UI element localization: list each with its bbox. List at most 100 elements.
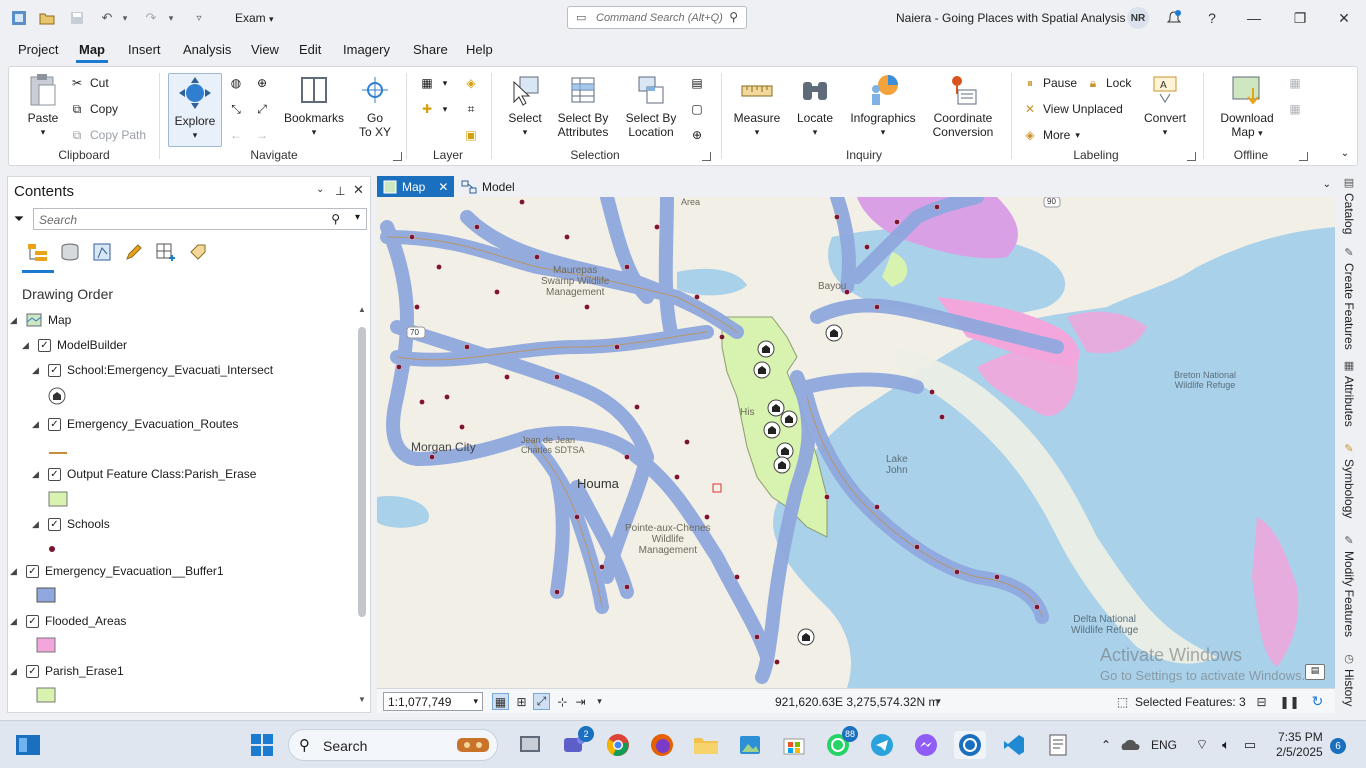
offline-launcher-icon[interactable] <box>1299 152 1308 161</box>
tab-map-view[interactable]: Map ✕ <box>377 176 455 197</box>
contents-scrollbar[interactable]: ▲ ▼ <box>358 305 366 704</box>
customize-toolbar-icon[interactable]: ▿ <box>190 9 208 27</box>
notification-count-badge[interactable]: 6 <box>1330 738 1346 754</box>
file-explorer-icon[interactable] <box>692 731 720 759</box>
select-button[interactable]: Select ▾ <box>503 73 547 139</box>
layer-row-parish-erase-output[interactable]: ◢ ✓ Output Feature Class:Parish_Erase <box>32 464 256 484</box>
collapse-icon[interactable]: ◢ <box>22 340 32 351</box>
teams-icon[interactable]: 2 <box>560 726 594 759</box>
open-project-icon[interactable] <box>38 9 56 27</box>
lock-labels-button[interactable]: 🔒︎ Lock <box>1085 75 1132 91</box>
map-view[interactable]: Maurepas Swamp Wildlife Management Bayou… <box>377 197 1335 688</box>
command-search-input[interactable]: ▭ Command Search (Alt+Q) ⚲ <box>567 6 747 29</box>
dock-tab-create-features[interactable]: ✎ Create Features <box>1338 246 1360 350</box>
battery-icon[interactable]: ▭ <box>1236 731 1264 759</box>
layer-visibility-checkbox[interactable]: ✓ <box>26 614 39 628</box>
layer-visibility-checkbox[interactable]: ✓ <box>48 363 61 377</box>
infographics-button[interactable]: Infographics ▾ <box>847 73 919 139</box>
refresh-icon[interactable]: ↻ <box>1309 693 1326 710</box>
redo-dropdown-icon[interactable]: ▾ <box>162 9 180 27</box>
contents-search-input[interactable]: Search ⚲ ▾ <box>33 208 367 230</box>
notepad-icon[interactable] <box>1044 731 1072 759</box>
tab-share[interactable]: Share <box>413 42 448 57</box>
add-preset-dropdown-icon[interactable]: ▾ <box>437 101 453 117</box>
selected-features-icon[interactable]: ⬚ <box>1114 693 1131 710</box>
tab-imagery[interactable]: Imagery <box>343 42 390 57</box>
tab-map[interactable]: Map <box>76 42 108 63</box>
previous-extent-icon[interactable]: ← <box>228 127 244 143</box>
rotation-dropdown-icon[interactable]: ▾ <box>591 693 608 710</box>
basemap-dropdown-icon[interactable]: ▾ <box>437 75 453 91</box>
selection-launcher-icon[interactable] <box>702 152 711 161</box>
attributes-table-icon[interactable]: ▤ <box>689 75 705 91</box>
layer-row-school-intersect[interactable]: ◢ ✓ School:Emergency_Evacuati_Intersect <box>32 360 273 380</box>
taskbar-search-input[interactable]: ⚲ Search <box>288 729 498 761</box>
whatsapp-icon[interactable]: 88 <box>824 726 858 759</box>
dock-tab-modify-features[interactable]: ✎ Modify Features <box>1338 534 1360 637</box>
labeling-launcher-icon[interactable] <box>1187 152 1196 161</box>
collapse-icon[interactable]: ◢ <box>10 315 20 326</box>
coordinate-format-dropdown-icon[interactable]: ▾ <box>930 693 947 710</box>
arcgis-pro-icon[interactable] <box>954 731 986 759</box>
next-extent-icon[interactable]: → <box>254 127 270 143</box>
grid-icon[interactable]: ⊞ <box>513 693 530 710</box>
filter-icon[interactable]: ⏷ <box>11 211 27 227</box>
layer-row-parish-erase1[interactable]: ◢ ✓ Parish_Erase1 <box>10 661 124 681</box>
layer-row-evacuation-routes[interactable]: ◢ ✓ Emergency_Evacuation_Routes <box>32 414 238 434</box>
layer-visibility-checkbox[interactable]: ✓ <box>48 467 61 481</box>
collapse-icon[interactable]: ◢ <box>10 666 20 677</box>
start-icon[interactable] <box>248 731 276 759</box>
collapse-icon[interactable]: ◢ <box>10 616 20 627</box>
vscode-icon[interactable] <box>1000 731 1028 759</box>
list-by-labeling-icon[interactable] <box>186 241 210 263</box>
photos-icon[interactable] <box>736 731 764 759</box>
help-icon[interactable]: ? <box>1202 8 1222 28</box>
cut-button[interactable]: ✂ Cut <box>69 75 109 91</box>
fixed-zoom-in-icon[interactable]: ⤡ <box>228 101 244 117</box>
coordinate-conversion-button[interactable]: Coordinate Conversion <box>927 73 999 139</box>
bookmarks-button[interactable]: Bookmarks ▾ <box>282 73 346 139</box>
view-unplaced-button[interactable]: ✕ View Unplaced <box>1022 101 1123 117</box>
list-by-drawing-order-icon[interactable] <box>26 241 50 263</box>
sync-icon[interactable]: ▦ <box>1287 75 1303 91</box>
task-view-icon[interactable] <box>14 731 42 759</box>
store-icon[interactable] <box>780 731 808 759</box>
undo-icon[interactable]: ↶ <box>98 9 116 27</box>
layer-visibility-checkbox[interactable]: ✓ <box>26 564 39 578</box>
restore-icon[interactable]: ❐ <box>1290 8 1310 28</box>
go-to-xy-button[interactable]: Go To XY <box>352 73 398 139</box>
fixed-scale-icon[interactable]: ▦ <box>492 693 509 710</box>
layer-visibility-checkbox[interactable]: ✓ <box>48 517 61 531</box>
layer-row-modelbuilder[interactable]: ◢ ✓ ModelBuilder <box>22 335 127 355</box>
messenger-icon[interactable] <box>912 731 940 759</box>
add-graphics-icon[interactable]: ▣ <box>463 127 479 143</box>
basemap-icon[interactable]: ▦ <box>419 75 435 91</box>
notifications-icon[interactable] <box>1164 8 1184 28</box>
pause-drawing-icon[interactable]: ❚❚ <box>1279 693 1299 710</box>
select-by-attributes-button[interactable]: Select By Attributes <box>553 73 613 139</box>
tab-edit[interactable]: Edit <box>299 42 321 57</box>
explore-button[interactable]: Explore ▾ <box>168 73 222 147</box>
dock-tab-catalog[interactable]: ▤ Catalog <box>1338 176 1360 234</box>
add-preset-icon[interactable]: ✚ <box>419 101 435 117</box>
layer-row-schools[interactable]: ◢ ✓ Schools <box>32 514 110 534</box>
project-name[interactable]: Exam ▾ <box>235 11 274 25</box>
more-labeling-button[interactable]: ◈ More ▾ <box>1022 127 1080 143</box>
zoom-selected-icon[interactable]: ⊕ <box>254 75 270 91</box>
scale-selector[interactable]: 1:1,077,749 ▾ <box>383 692 483 711</box>
layer-row-evacuation-buffer[interactable]: ◢ ✓ Emergency_Evacuation__Buffer1 <box>10 561 224 581</box>
add-data-icon[interactable]: ◈ <box>463 75 479 91</box>
firefox-icon[interactable] <box>648 731 676 759</box>
full-extent-icon[interactable]: ◍ <box>228 75 244 91</box>
pin-icon[interactable]: ⊥ <box>335 184 345 198</box>
dock-tab-attributes[interactable]: ▦ Attributes <box>1338 359 1360 427</box>
extent-icon[interactable]: ⤢ <box>533 693 550 710</box>
dock-tab-history[interactable]: ◷ History <box>1338 652 1360 706</box>
collapse-icon[interactable]: ◢ <box>10 566 20 577</box>
tab-analysis[interactable]: Analysis <box>183 42 231 57</box>
close-pane-icon[interactable]: ✕ <box>353 182 364 198</box>
remove-offline-icon[interactable]: ▦ <box>1287 101 1303 117</box>
copy-path-button[interactable]: ⧉ Copy Path <box>69 127 146 143</box>
layer-row-map[interactable]: ◢ Map <box>10 310 71 330</box>
list-by-snapping-icon[interactable] <box>154 241 178 263</box>
